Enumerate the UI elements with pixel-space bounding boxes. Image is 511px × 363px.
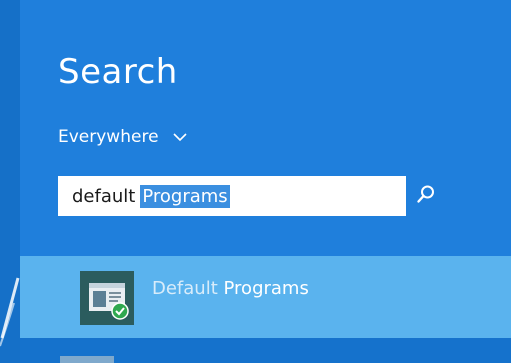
search-box: default Programs	[58, 176, 445, 216]
next-result-icon	[60, 356, 114, 363]
query-selected-text: Programs	[140, 184, 230, 208]
query-typed-text: default	[72, 185, 136, 207]
left-edge-strip	[0, 0, 20, 363]
background-swirl-decoration	[0, 277, 20, 347]
result-label-match: Default	[152, 278, 218, 299]
result-label: Default Programs	[152, 278, 309, 299]
chevron-down-icon	[172, 131, 187, 145]
result-label-rest: Programs	[223, 278, 309, 299]
magnifier-icon	[416, 184, 436, 208]
search-input[interactable]: default Programs	[58, 176, 405, 216]
search-heading: Search	[58, 52, 178, 92]
search-button[interactable]	[405, 176, 445, 216]
default-programs-icon	[80, 271, 134, 325]
search-result-item[interactable]: Default Programs	[20, 256, 511, 338]
search-scope-dropdown[interactable]: Everywhere	[58, 127, 187, 147]
scope-label: Everywhere	[58, 127, 159, 147]
